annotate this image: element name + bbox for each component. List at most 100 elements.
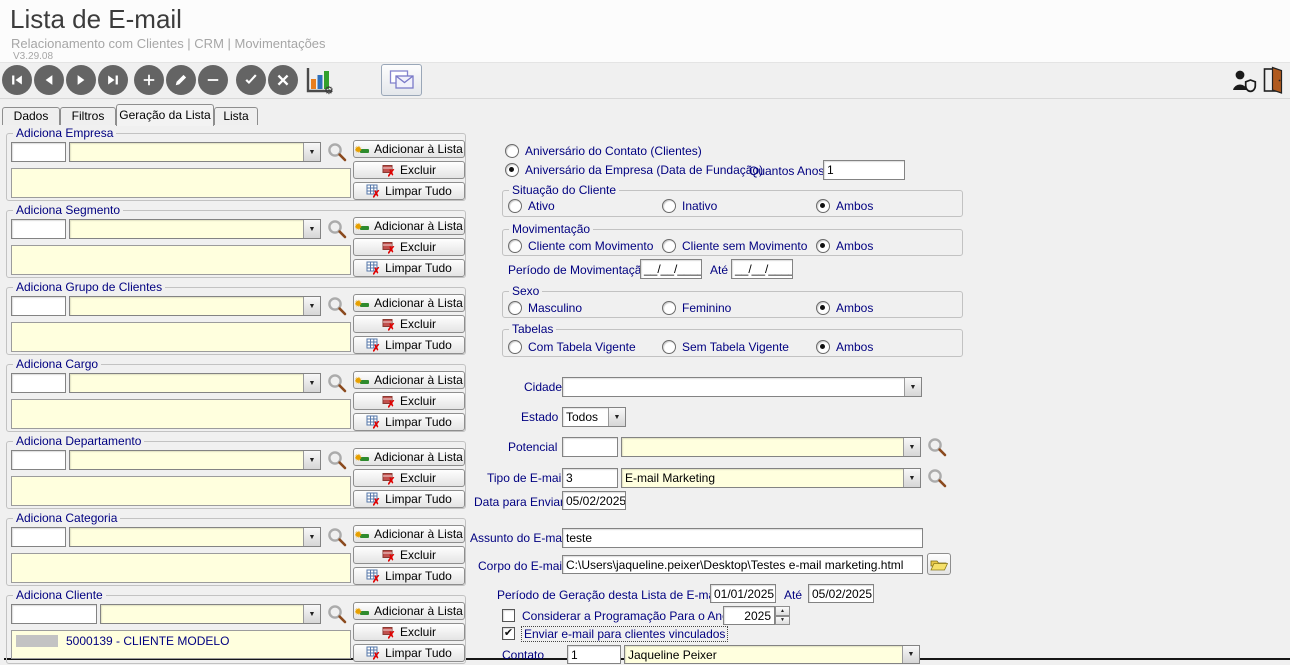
- contato-combo[interactable]: Jaqueline Peixer▼: [624, 645, 920, 664]
- excluir-button[interactable]: ✗Excluir: [353, 315, 465, 333]
- chevron-down-icon[interactable]: ▼: [303, 451, 320, 469]
- tab-geracao-da-lista[interactable]: Geração da Lista: [116, 104, 214, 126]
- radio-sexo-ambos[interactable]: Ambos: [816, 301, 873, 315]
- remove-record-button[interactable]: [198, 65, 228, 95]
- tab-filtros[interactable]: Filtros: [60, 107, 116, 125]
- chevron-down-icon[interactable]: ▼: [303, 297, 320, 315]
- grupo-list[interactable]: [11, 322, 351, 352]
- cancel-button[interactable]: [268, 65, 298, 95]
- periodo-geracao-ate-input[interactable]: 05/02/2025: [808, 584, 874, 603]
- contato-code-input[interactable]: 1: [567, 645, 621, 664]
- chevron-down-icon[interactable]: ▼: [303, 220, 320, 238]
- excluir-button[interactable]: ✗Excluir: [353, 238, 465, 256]
- categoria-code-input[interactable]: [11, 527, 66, 547]
- cargo-combo[interactable]: ▼: [69, 373, 321, 393]
- tipo-email-code-input[interactable]: 3: [562, 468, 618, 488]
- excluir-button[interactable]: ✗Excluir: [353, 392, 465, 410]
- radio-aniversario-contato[interactable]: Aniversário do Contato (Clientes): [505, 144, 702, 158]
- chevron-down-icon[interactable]: ▼: [904, 378, 921, 396]
- chevron-down-icon[interactable]: ▼: [303, 374, 320, 392]
- radio-masculino[interactable]: Masculino: [508, 301, 582, 315]
- search-icon[interactable]: [927, 468, 947, 488]
- radio-tabelas-ambos[interactable]: Ambos: [816, 340, 873, 354]
- cliente-list[interactable]: 5000139 - CLIENTE MODELO: [11, 630, 351, 659]
- search-icon[interactable]: [327, 373, 347, 393]
- segmento-combo[interactable]: ▼: [69, 219, 321, 239]
- periodo-mov-ate-input[interactable]: __/__/____: [731, 259, 793, 279]
- list-item[interactable]: 5000139 - CLIENTE MODELO: [66, 634, 229, 648]
- chevron-down-icon[interactable]: ▼: [303, 605, 320, 623]
- exit-button[interactable]: [1261, 66, 1285, 95]
- departamento-code-input[interactable]: [11, 450, 66, 470]
- checkbox-enviar-vinculados[interactable]: ✔ Enviar e-mail para clientes vinculados: [502, 627, 727, 641]
- confirm-button[interactable]: [236, 65, 266, 95]
- quantos-anos-input[interactable]: 1: [823, 160, 905, 180]
- checkbox-considerar-programacao[interactable]: Considerar a Programação Para o Ano de: [502, 609, 745, 623]
- categoria-combo[interactable]: ▼: [69, 527, 321, 547]
- adicionar-a-lista-button[interactable]: ✹Adicionar à Lista: [353, 371, 465, 389]
- excluir-button[interactable]: ✗Excluir: [353, 623, 465, 641]
- limpar-tudo-button[interactable]: ✗Limpar Tudo: [353, 413, 465, 431]
- search-icon[interactable]: [327, 527, 347, 547]
- chevron-down-icon[interactable]: ▼: [903, 438, 920, 456]
- tab-dados[interactable]: Dados: [2, 107, 60, 125]
- radio-inativo[interactable]: Inativo: [662, 199, 717, 213]
- chevron-down-icon[interactable]: ▼: [903, 469, 920, 487]
- excluir-button[interactable]: ✗Excluir: [353, 546, 465, 564]
- limpar-tudo-button[interactable]: ✗Limpar Tudo: [353, 336, 465, 354]
- estado-combo[interactable]: Todos▼: [562, 407, 626, 427]
- add-record-button[interactable]: [134, 65, 164, 95]
- radio-cliente-com-movimento[interactable]: Cliente com Movimento: [508, 239, 653, 253]
- chevron-down-icon[interactable]: ▼: [303, 528, 320, 546]
- periodo-mov-de-input[interactable]: __/__/____: [640, 259, 702, 279]
- potencial-combo[interactable]: ▼: [621, 437, 921, 457]
- cargo-list[interactable]: [11, 399, 351, 429]
- cliente-code-input[interactable]: [11, 604, 97, 624]
- radio-feminino[interactable]: Feminino: [662, 301, 731, 315]
- spin-up-icon[interactable]: ▲: [775, 606, 790, 616]
- send-email-button[interactable]: [381, 64, 422, 96]
- empresa-list[interactable]: [11, 168, 351, 198]
- chevron-down-icon[interactable]: ▼: [303, 143, 320, 161]
- grupo-code-input[interactable]: [11, 296, 66, 316]
- periodo-geracao-de-input[interactable]: 01/01/2025: [710, 584, 776, 603]
- limpar-tudo-button[interactable]: ✗Limpar Tudo: [353, 567, 465, 585]
- assunto-input[interactable]: teste: [562, 528, 923, 548]
- adicionar-a-lista-button[interactable]: ✹Adicionar à Lista: [353, 217, 465, 235]
- grupo-combo[interactable]: ▼: [69, 296, 321, 316]
- spin-down-icon[interactable]: ▼: [775, 616, 790, 626]
- empresa-combo[interactable]: ▼: [69, 142, 321, 162]
- next-record-button[interactable]: [66, 65, 96, 95]
- search-icon[interactable]: [327, 142, 347, 162]
- last-record-button[interactable]: [98, 65, 128, 95]
- segmento-code-input[interactable]: [11, 219, 66, 239]
- adicionar-a-lista-button[interactable]: ✹Adicionar à Lista: [353, 448, 465, 466]
- corpo-input[interactable]: C:\Users\jaqueline.peixer\Desktop\Testes…: [562, 555, 923, 574]
- adicionar-a-lista-button[interactable]: ✹Adicionar à Lista: [353, 294, 465, 312]
- data-para-enviar-input[interactable]: 05/02/2025: [562, 491, 626, 510]
- tab-lista[interactable]: Lista: [214, 107, 258, 125]
- radio-movimentacao-ambos[interactable]: Ambos: [816, 239, 873, 253]
- search-icon[interactable]: [327, 450, 347, 470]
- excluir-button[interactable]: ✗Excluir: [353, 161, 465, 179]
- limpar-tudo-button[interactable]: ✗Limpar Tudo: [353, 644, 465, 662]
- previous-record-button[interactable]: [34, 65, 64, 95]
- categoria-list[interactable]: [11, 553, 351, 583]
- ano-spinner-buttons[interactable]: ▲ ▼: [775, 606, 790, 625]
- departamento-combo[interactable]: ▼: [69, 450, 321, 470]
- cargo-code-input[interactable]: [11, 373, 66, 393]
- adicionar-a-lista-button[interactable]: ✹Adicionar à Lista: [353, 140, 465, 158]
- edit-record-button[interactable]: [166, 65, 196, 95]
- search-icon[interactable]: [327, 296, 347, 316]
- excluir-button[interactable]: ✗Excluir: [353, 469, 465, 487]
- limpar-tudo-button[interactable]: ✗Limpar Tudo: [353, 182, 465, 200]
- first-record-button[interactable]: [2, 65, 32, 95]
- empresa-code-input[interactable]: [11, 142, 66, 162]
- limpar-tudo-button[interactable]: ✗Limpar Tudo: [353, 490, 465, 508]
- potencial-code-input[interactable]: [562, 437, 618, 457]
- radio-cliente-sem-movimento[interactable]: Cliente sem Movimento: [662, 239, 807, 253]
- radio-ativo[interactable]: Ativo: [508, 199, 555, 213]
- chart-settings-button[interactable]: ⚙: [303, 67, 335, 95]
- browse-file-button[interactable]: [927, 553, 951, 575]
- limpar-tudo-button[interactable]: ✗Limpar Tudo: [353, 259, 465, 277]
